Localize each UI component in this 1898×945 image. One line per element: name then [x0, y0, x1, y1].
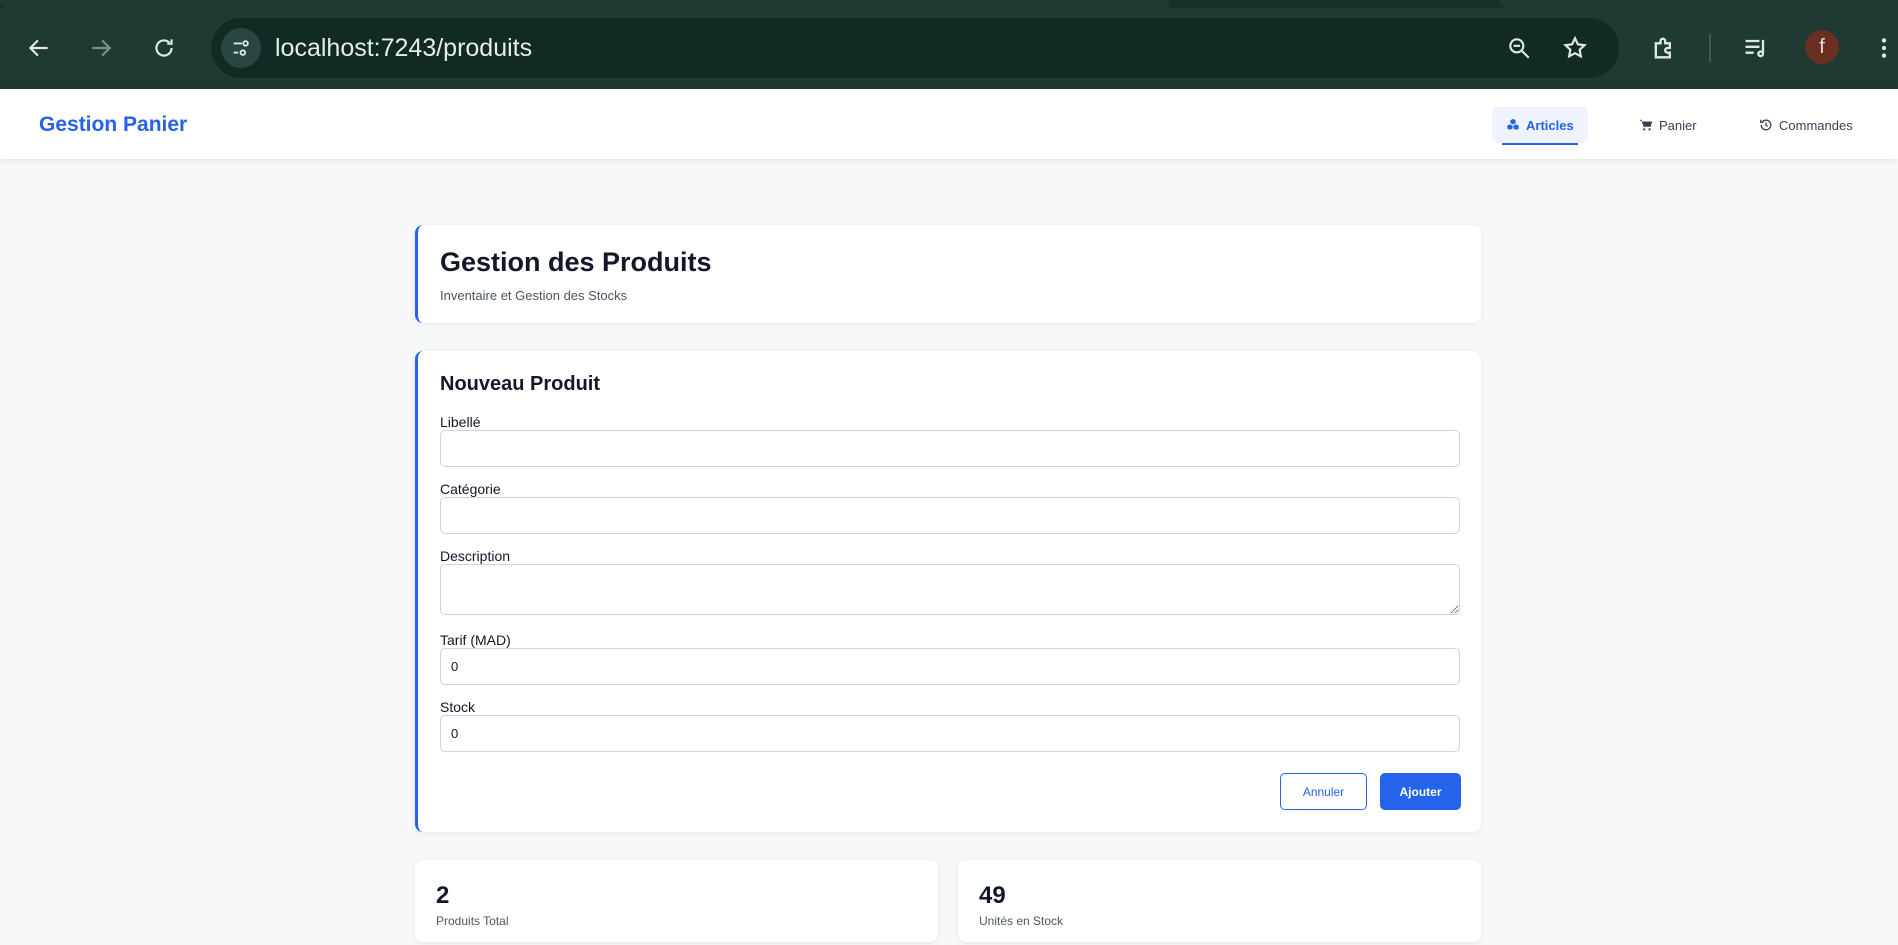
form-title: Nouveau Produit — [440, 373, 601, 395]
toolbar-separator — [1709, 34, 1711, 62]
stat-value-stock: 49 — [979, 882, 1006, 909]
extensions-icon[interactable] — [1640, 24, 1688, 72]
avatar[interactable]: f — [1805, 30, 1839, 64]
nav-label-panier: Panier — [1659, 117, 1697, 133]
page-subtitle: Inventaire et Gestion des Stocks — [440, 288, 628, 303]
libelle-label: Libellé — [440, 414, 481, 430]
stat-label-products: Produits Total — [436, 914, 509, 928]
nav-label-articles: Articles — [1526, 117, 1574, 133]
menu-icon[interactable] — [1860, 24, 1898, 72]
history-icon — [1760, 119, 1772, 131]
url-text[interactable]: localhost:7243/produits — [275, 34, 532, 63]
nav-item-articles[interactable]: Articles — [1492, 107, 1588, 145]
stat-label-stock: Unités en Stock — [979, 914, 1064, 928]
stat-card-products: 2 Produits Total — [415, 860, 938, 942]
cart-icon — [1639, 119, 1653, 131]
stat-value-products: 2 — [436, 882, 450, 909]
zoom-out-icon[interactable] — [1501, 30, 1537, 66]
nav-label-commandes: Commandes — [1779, 117, 1853, 133]
tab-edge — [1500, 0, 1898, 8]
cancel-button[interactable]: Annuler — [1280, 773, 1367, 810]
url-host: localhost — [275, 34, 374, 62]
brand-logo[interactable]: Gestion Panier — [39, 113, 187, 137]
app-header: Gestion Panier Articles Panier Commandes — [0, 89, 1898, 159]
page-header-card: Gestion des Produits Inventaire et Gesti… — [415, 225, 1481, 323]
description-textarea[interactable] — [440, 564, 1460, 615]
cubes-icon — [1507, 118, 1519, 130]
stock-label: Stock — [440, 699, 476, 715]
nav-item-commandes[interactable]: Commandes — [1745, 107, 1867, 143]
categorie-label: Catégorie — [440, 481, 501, 497]
site-info-icon[interactable] — [221, 28, 261, 68]
back-icon[interactable] — [15, 24, 63, 72]
stat-card-stock: 49 Unités en Stock — [958, 860, 1481, 942]
page-title: Gestion des Produits — [440, 247, 712, 277]
description-label: Description — [440, 548, 511, 564]
reload-icon[interactable] — [140, 24, 188, 72]
tarif-input[interactable] — [440, 648, 1460, 685]
tarif-label: Tarif (MAD) — [440, 632, 511, 648]
url-path: :7243/produits — [373, 34, 533, 62]
add-button[interactable]: Ajouter — [1380, 773, 1461, 810]
forward-icon[interactable] — [77, 24, 125, 72]
active-tab-edge — [0, 0, 1170, 8]
new-product-form: Nouveau Produit Libellé Catégorie Descri… — [415, 351, 1481, 832]
categorie-input[interactable] — [440, 497, 1460, 534]
address-bar[interactable]: localhost:7243/produits — [211, 18, 1619, 78]
browser-chrome: localhost:7243/produits f — [0, 0, 1898, 89]
avatar-initial: f — [1819, 35, 1825, 58]
media-icon[interactable] — [1732, 24, 1780, 72]
nav-item-panier[interactable]: Panier — [1625, 107, 1711, 143]
stock-input[interactable] — [440, 715, 1460, 752]
libelle-input[interactable] — [440, 430, 1460, 467]
star-icon[interactable] — [1557, 30, 1593, 66]
